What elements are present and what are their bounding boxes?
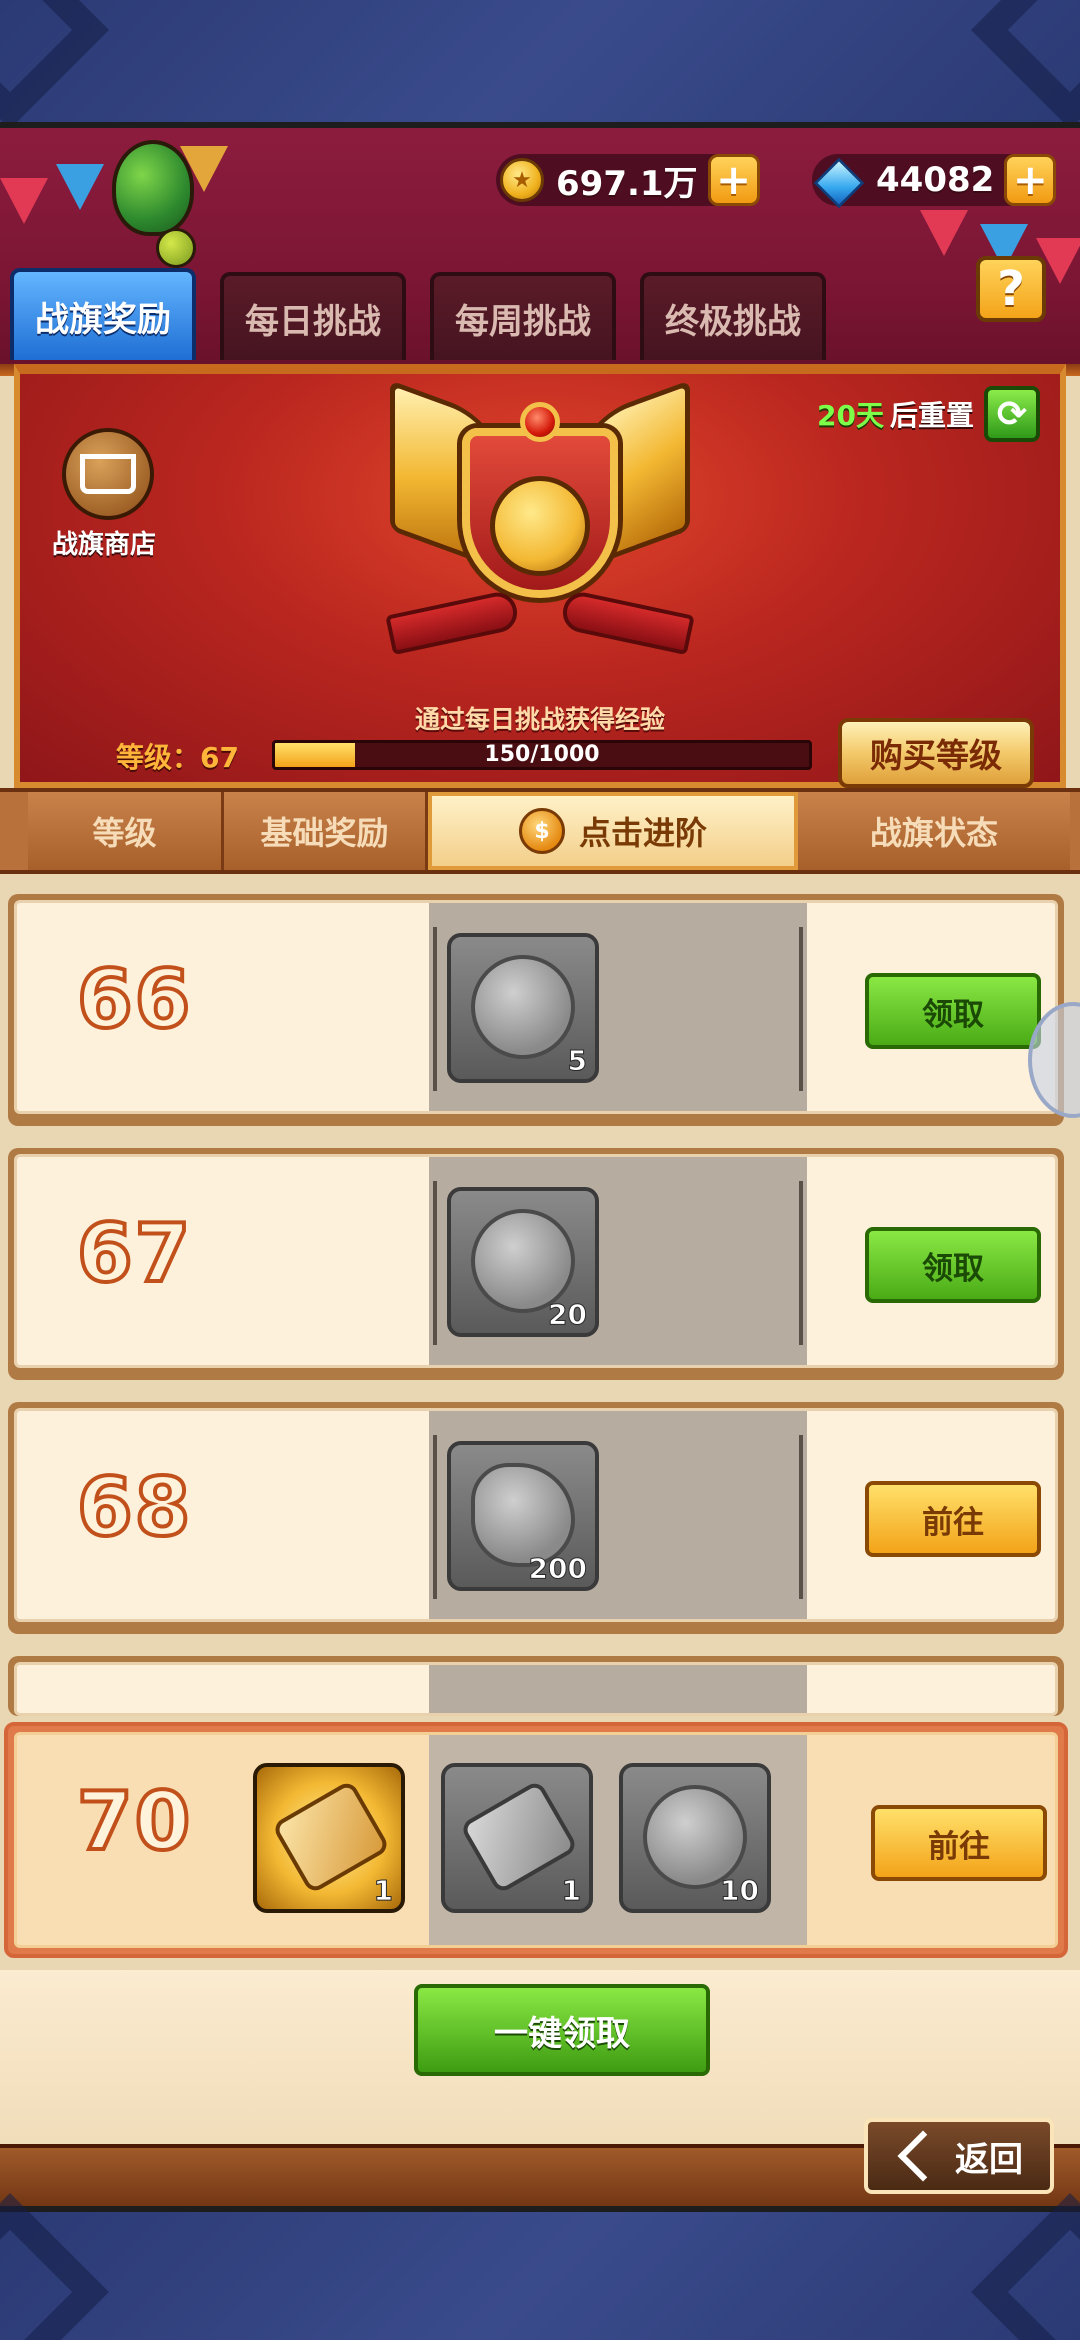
refresh-icon[interactable]: ⟳ xyxy=(984,386,1040,442)
divider xyxy=(799,1435,803,1599)
claim-button[interactable]: 领取 xyxy=(865,1227,1041,1303)
bunting-flag xyxy=(56,164,104,210)
gray-scroll-icon[interactable]: 1 xyxy=(441,1763,593,1913)
reward-row: 67 20 领取 xyxy=(8,1148,1064,1380)
bunting-flag xyxy=(920,210,968,256)
emblem-ruby xyxy=(520,402,560,442)
row-level: 70 xyxy=(75,1773,193,1870)
current-level: 等级：67 xyxy=(116,741,239,774)
decor-chevron xyxy=(971,0,1080,129)
eagle-emblem-icon[interactable]: 10 xyxy=(619,1763,771,1913)
reward-row-partial xyxy=(8,1656,1064,1716)
divider xyxy=(433,927,437,1091)
coin-icon: ★ xyxy=(500,158,544,202)
column-flag-status: 战旗状态 xyxy=(798,792,1070,870)
item-count: 20 xyxy=(548,1298,588,1332)
go-button[interactable]: 前往 xyxy=(865,1481,1041,1557)
decor-chevron xyxy=(971,2193,1080,2340)
reward-row: 66 5 领取 xyxy=(8,894,1064,1126)
tab-daily-challenge[interactable]: 每日挑战 xyxy=(220,272,406,360)
item-count: 1 xyxy=(373,1874,394,1908)
item-count: 10 xyxy=(720,1874,760,1908)
back-label: 返回 xyxy=(955,2139,1023,2180)
exp-progress-text: 150/1000 xyxy=(484,742,600,767)
help-button[interactable]: ? xyxy=(976,256,1046,322)
golden-scroll-icon[interactable]: 1 xyxy=(253,1763,405,1913)
header: ★ 697.1万 + 44082 + ? 战旗奖励 每日挑战 每周挑战 终极挑战 xyxy=(0,128,1080,364)
tab-flag-rewards[interactable]: 战旗奖励 xyxy=(10,268,196,360)
emblem-ribbon xyxy=(385,588,521,656)
advanced-reward-area xyxy=(429,1665,807,1713)
advance-label: 点击进阶 xyxy=(578,814,707,852)
reset-label: 后重置 xyxy=(889,399,974,432)
emblem-medal xyxy=(490,476,590,576)
gem-counter: 44082 + xyxy=(812,154,1057,206)
go-button[interactable]: 前往 xyxy=(871,1805,1047,1881)
reset-timer: 20天 后重置 ⟳ xyxy=(817,386,1040,442)
back-button[interactable]: 返回 xyxy=(864,2118,1054,2194)
balloon-decoration xyxy=(156,228,196,268)
flag-shop-label: 战旗商店 xyxy=(51,530,156,560)
shopping-cart-icon xyxy=(62,428,154,520)
reset-days: 20天 xyxy=(817,399,884,432)
item-count: 1 xyxy=(561,1874,582,1908)
coin-amount: 697.1万 xyxy=(556,163,698,204)
divider xyxy=(799,1181,803,1345)
column-basic-reward: 基础奖励 xyxy=(224,792,428,870)
column-level: 等级 xyxy=(28,792,224,870)
flag-shop-button[interactable]: 战旗商店 xyxy=(52,428,158,561)
buy-level-button[interactable]: 购买等级 xyxy=(838,718,1034,788)
row-level: 66 xyxy=(75,951,193,1048)
next-milestone-row: 70 1 1 10 前往 xyxy=(4,1722,1068,1958)
silver-coin-icon[interactable]: 5 xyxy=(447,933,599,1083)
leaf-stone-icon[interactable]: 200 xyxy=(447,1441,599,1591)
decor-chevron xyxy=(0,0,109,129)
add-coins-button[interactable]: + xyxy=(707,154,760,206)
row-level: 68 xyxy=(75,1459,193,1556)
top-background xyxy=(0,0,1080,129)
claim-button[interactable]: 领取 xyxy=(865,973,1041,1049)
coin-bag-icon: $ xyxy=(518,808,565,854)
eagle-emblem-icon[interactable]: 20 xyxy=(447,1187,599,1337)
emblem-ribbon xyxy=(559,588,695,656)
tab-ultimate-challenge[interactable]: 终极挑战 xyxy=(640,272,826,360)
divider xyxy=(799,927,803,1091)
decor-chevron xyxy=(0,2193,109,2340)
divider xyxy=(433,1181,437,1345)
balloon-decoration xyxy=(112,140,194,236)
reward-row: 68 200 前往 xyxy=(8,1402,1064,1634)
claim-all-button[interactable]: 一键领取 xyxy=(414,1984,710,2076)
coin-counter: ★ 697.1万 + xyxy=(496,154,760,206)
add-gems-button[interactable]: + xyxy=(1004,154,1057,206)
item-count: 5 xyxy=(567,1044,588,1078)
item-count: 200 xyxy=(528,1552,587,1586)
tab-weekly-challenge[interactable]: 每周挑战 xyxy=(430,272,616,360)
divider xyxy=(433,1435,437,1599)
exp-progress-bar: 150/1000 xyxy=(272,740,812,770)
rank-emblem xyxy=(380,380,700,662)
game-screen: ★ 697.1万 + 44082 + ? 战旗奖励 每日挑战 每周挑战 终极挑战… xyxy=(0,122,1080,2212)
advance-button[interactable]: $ 点击进阶 xyxy=(428,792,798,870)
bunting-flag xyxy=(0,178,48,224)
gem-amount: 44082 xyxy=(876,160,995,200)
reward-columns-header: 等级 基础奖励 $ 点击进阶 战旗状态 xyxy=(0,788,1080,874)
battle-flag-banner: 战旗商店 20天 后重置 ⟳ 通过每日挑战获得经验 等级：67 150/1000… xyxy=(14,364,1066,788)
diamond-icon xyxy=(814,158,864,202)
row-level: 67 xyxy=(75,1205,193,1302)
back-arrow-icon xyxy=(897,2130,949,2182)
bottom-background xyxy=(0,2193,1080,2340)
